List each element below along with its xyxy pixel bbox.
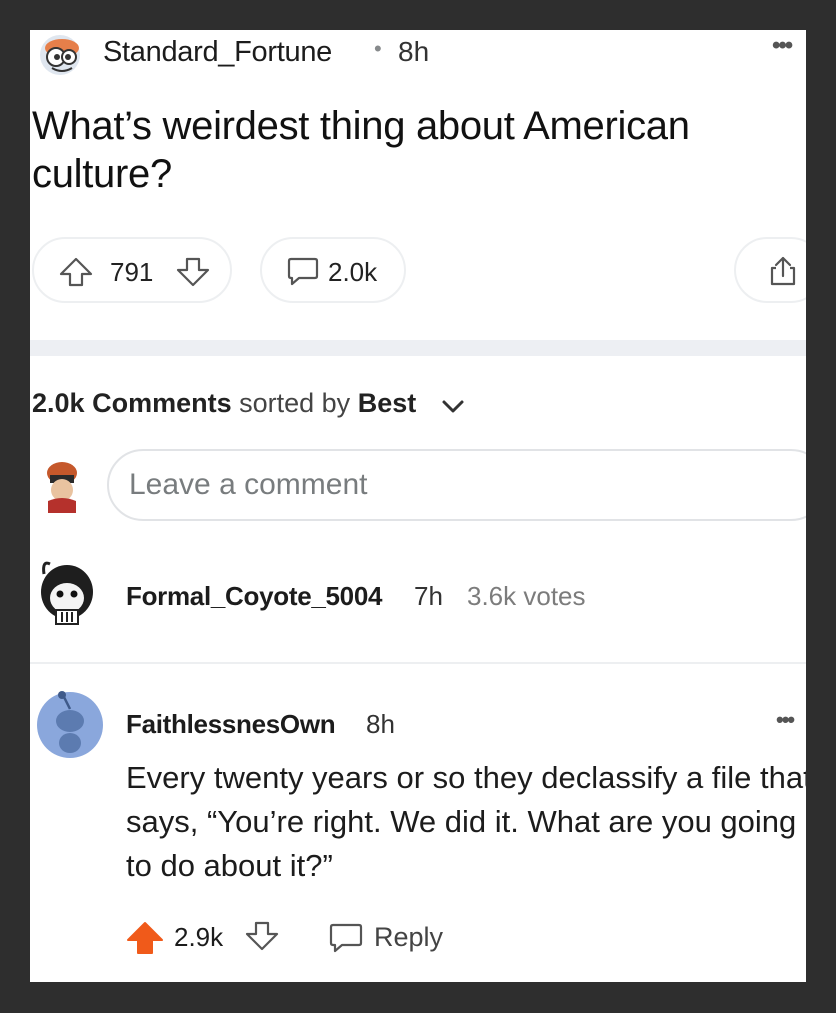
comment-body: Every twenty years or so they declassify… xyxy=(126,760,806,883)
arrow-down-icon[interactable] xyxy=(175,256,211,288)
arrow-up-icon[interactable] xyxy=(125,920,165,956)
sorted-by-label: sorted by xyxy=(239,388,351,418)
post-age: 8h xyxy=(398,36,430,67)
comment-author[interactable]: Formal_Coyote_5004 xyxy=(126,581,382,612)
comment-more-options-icon[interactable]: ••• xyxy=(776,707,795,733)
sort-value[interactable]: Best xyxy=(358,388,417,418)
comments-button[interactable]: 2.0k xyxy=(260,237,406,303)
comment-input[interactable] xyxy=(107,449,806,521)
reddit-post-screen: Standard_Fortune • 8h ••• What’s weirdes… xyxy=(30,30,806,982)
comment-votes: 3.6k votes xyxy=(467,581,586,611)
current-user-avatar xyxy=(47,462,77,513)
comments-sort-bar[interactable]: 2.0k Comments sorted by Best xyxy=(32,388,416,419)
commenter-avatar[interactable] xyxy=(36,554,98,630)
commenter-avatar[interactable] xyxy=(34,685,104,759)
author-avatar[interactable] xyxy=(32,32,88,78)
share-button[interactable] xyxy=(734,237,806,303)
speech-bubble-icon xyxy=(287,257,319,286)
comment-divider xyxy=(30,662,806,664)
comment-count: 2.0k xyxy=(328,257,378,287)
upvote-count: 791 xyxy=(110,257,154,287)
chevron-down-icon[interactable] xyxy=(440,398,466,416)
arrow-down-icon[interactable] xyxy=(244,920,280,952)
section-divider xyxy=(30,340,806,356)
reply-button[interactable]: Reply xyxy=(374,922,443,953)
meta-separator: • xyxy=(374,36,382,61)
post-author-name[interactable]: Standard_Fortune xyxy=(103,36,332,69)
vote-pill: 791 xyxy=(32,237,232,303)
comment-age: 8h xyxy=(366,709,395,739)
post-title[interactable]: What’s weirdest thing about American cul… xyxy=(32,102,792,198)
comments-label: Comments xyxy=(92,388,232,418)
comment-author[interactable]: FaithlessnesOwn xyxy=(126,709,336,740)
reply-bubble-icon[interactable] xyxy=(328,922,364,954)
post-more-options-icon[interactable]: ••• xyxy=(772,32,793,60)
arrow-up-icon[interactable] xyxy=(58,256,94,288)
share-icon xyxy=(770,256,796,286)
comment-age: 7h xyxy=(414,581,443,611)
comment-score: 2.9k xyxy=(174,922,224,952)
comments-count: 2.0k xyxy=(32,388,85,418)
